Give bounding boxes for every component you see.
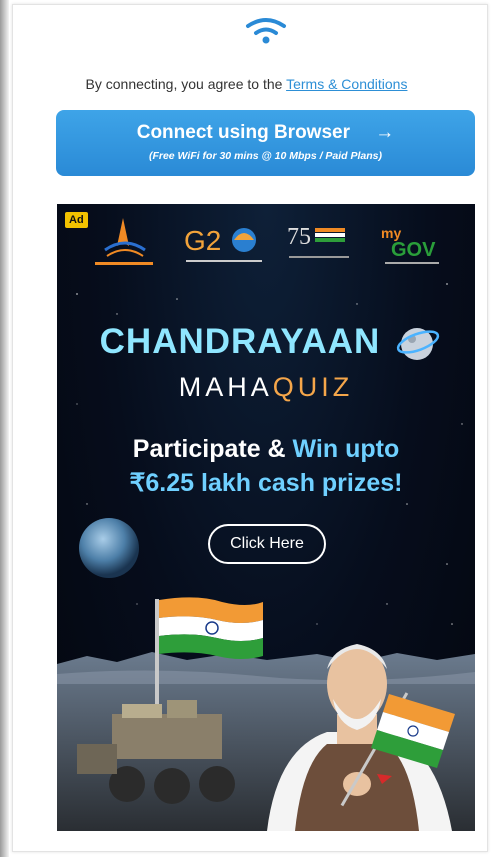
terms-text: By connecting, you agree to the Terms & …: [0, 76, 493, 92]
connect-subtext: (Free WiFi for 30 mins @ 10 Mbps / Paid …: [56, 150, 475, 162]
terms-prefix: By connecting, you agree to the: [85, 76, 283, 92]
subtext-speed: 30 mins @ 10 Mbps: [219, 150, 317, 162]
earth-illustration: [79, 518, 139, 578]
terms-link[interactable]: Terms & Conditions: [286, 76, 407, 92]
subtext-suffix: / Paid Plans): [316, 150, 383, 162]
chandrayaan-ad-banner[interactable]: Ad G2 75 my GOV CHANDRAYAAN MAHAQUIZ Par…: [57, 204, 475, 831]
window-left-edge: [0, 0, 9, 857]
flag-pole: [155, 599, 159, 719]
subtext-prefix: (Free WiFi for: [148, 150, 220, 162]
connect-using-browser-button[interactable]: Connect using Browser → (Free WiFi for 3…: [56, 110, 475, 176]
connect-button-label: Connect using Browser: [136, 122, 350, 143]
lunar-scene-illustration: [57, 518, 475, 831]
wifi-icon: [246, 18, 286, 44]
indian-flag-large: [159, 597, 263, 659]
arrow-right-icon: →: [375, 122, 395, 143]
